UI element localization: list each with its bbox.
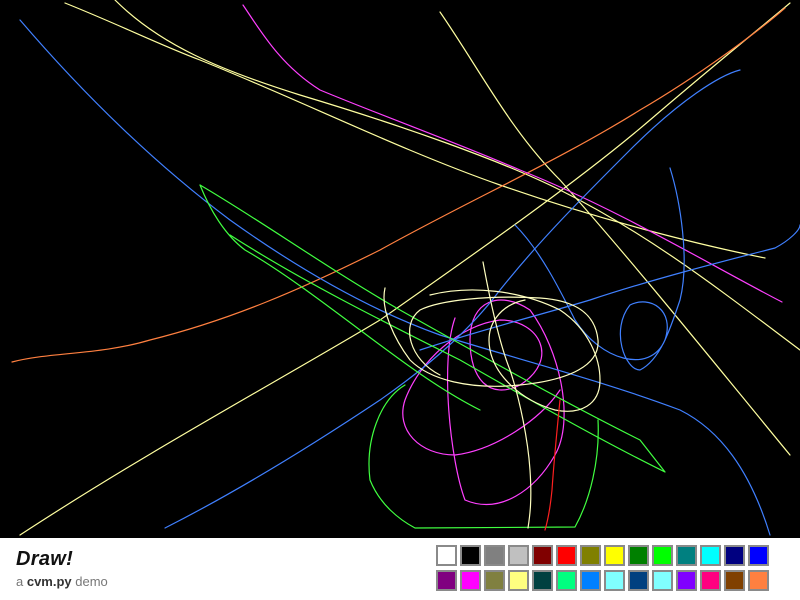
subtitle-suffix: demo [71,574,108,589]
drawing-canvas[interactable] [0,0,800,538]
color-swatch[interactable] [460,545,481,566]
color-swatch[interactable] [532,570,553,591]
stroke [114,0,800,351]
stroke [19,2,791,536]
color-palette [436,545,772,591]
color-swatch[interactable] [652,570,673,591]
color-swatch[interactable] [724,570,745,591]
color-swatch[interactable] [556,570,577,591]
color-swatch[interactable] [580,570,601,591]
color-swatch[interactable] [460,570,481,591]
app-subtitle: a cvm.py demo [16,574,108,589]
color-swatch[interactable] [508,545,529,566]
stroke [242,4,783,303]
subtitle-brand: cvm.py [26,574,72,589]
stroke [429,289,601,412]
color-swatch[interactable] [628,545,649,566]
color-swatch[interactable] [532,545,553,566]
stroke [419,224,800,351]
stroke [544,399,561,531]
color-swatch[interactable] [724,545,745,566]
color-swatch[interactable] [700,545,721,566]
color-swatch[interactable] [604,545,625,566]
color-swatch[interactable] [436,545,457,566]
color-swatch[interactable] [484,545,505,566]
stroke [19,19,771,536]
color-swatch[interactable] [748,545,769,566]
toolbar: Draw! a cvm.py demo [0,538,800,600]
app-title: Draw! [16,548,74,570]
color-swatch[interactable] [556,545,577,566]
color-swatch[interactable] [508,570,529,591]
color-swatch[interactable] [580,545,601,566]
color-swatch[interactable] [436,570,457,591]
color-swatch[interactable] [676,570,697,591]
color-swatch[interactable] [652,545,673,566]
color-swatch[interactable] [604,570,625,591]
stroke [164,69,741,529]
color-swatch[interactable] [700,570,721,591]
color-swatch[interactable] [676,545,697,566]
color-swatch[interactable] [748,570,769,591]
subtitle-prefix: a [16,574,27,589]
color-swatch[interactable] [484,570,505,591]
drawing-surface[interactable] [0,0,800,538]
color-swatch[interactable] [628,570,649,591]
